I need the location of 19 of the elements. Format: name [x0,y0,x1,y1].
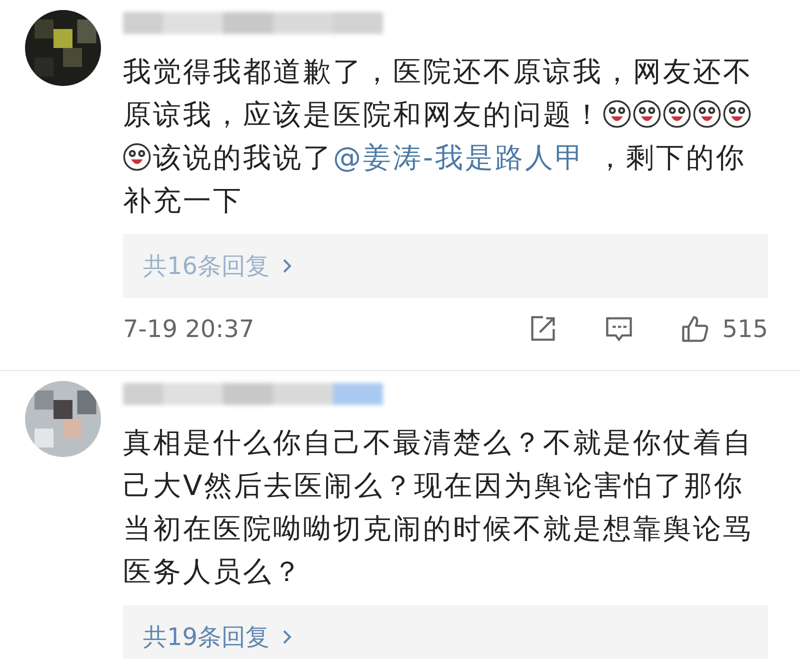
chevron-right-icon [282,258,292,274]
thumbs-up-icon[interactable] [680,314,710,344]
laughing-face-icon [633,100,661,128]
like-count: 515 [722,315,768,343]
laughing-face-icon [723,100,751,128]
laughing-face-icon [123,143,151,171]
replies-link[interactable]: 共19条回复 [143,621,270,653]
replies-link[interactable]: 共16条回复 [143,250,270,282]
replies-panel[interactable]: 共16条回复 [123,234,768,298]
replies-panel[interactable]: 共19条回复 [123,605,768,659]
comment-icon[interactable] [604,314,634,344]
laughing-face-icon [693,100,721,128]
laughing-face-icon [603,100,631,128]
chevron-right-icon [282,629,292,645]
laughing-face-icon [663,100,691,128]
comment-time: 7-19 20:37 [123,315,254,343]
comment-text: 我觉得我都道歉了，医院还不原谅我，网友还不原谅我，应该是医院和网友的问题！ 该说的我说了@姜涛-我是路人甲 ，剩下的你补充一下 [123,54,754,219]
comment-text: 真相是什么你自己不最清楚么？不就是你仗着自己大V然后去医闹么？现在因为舆论害怕了那你当初在医院呦呦切克闹的时候不就是想靠舆论骂医务人员么？ [123,425,754,590]
mention-link[interactable]: @姜涛-我是路人甲 [333,141,586,174]
